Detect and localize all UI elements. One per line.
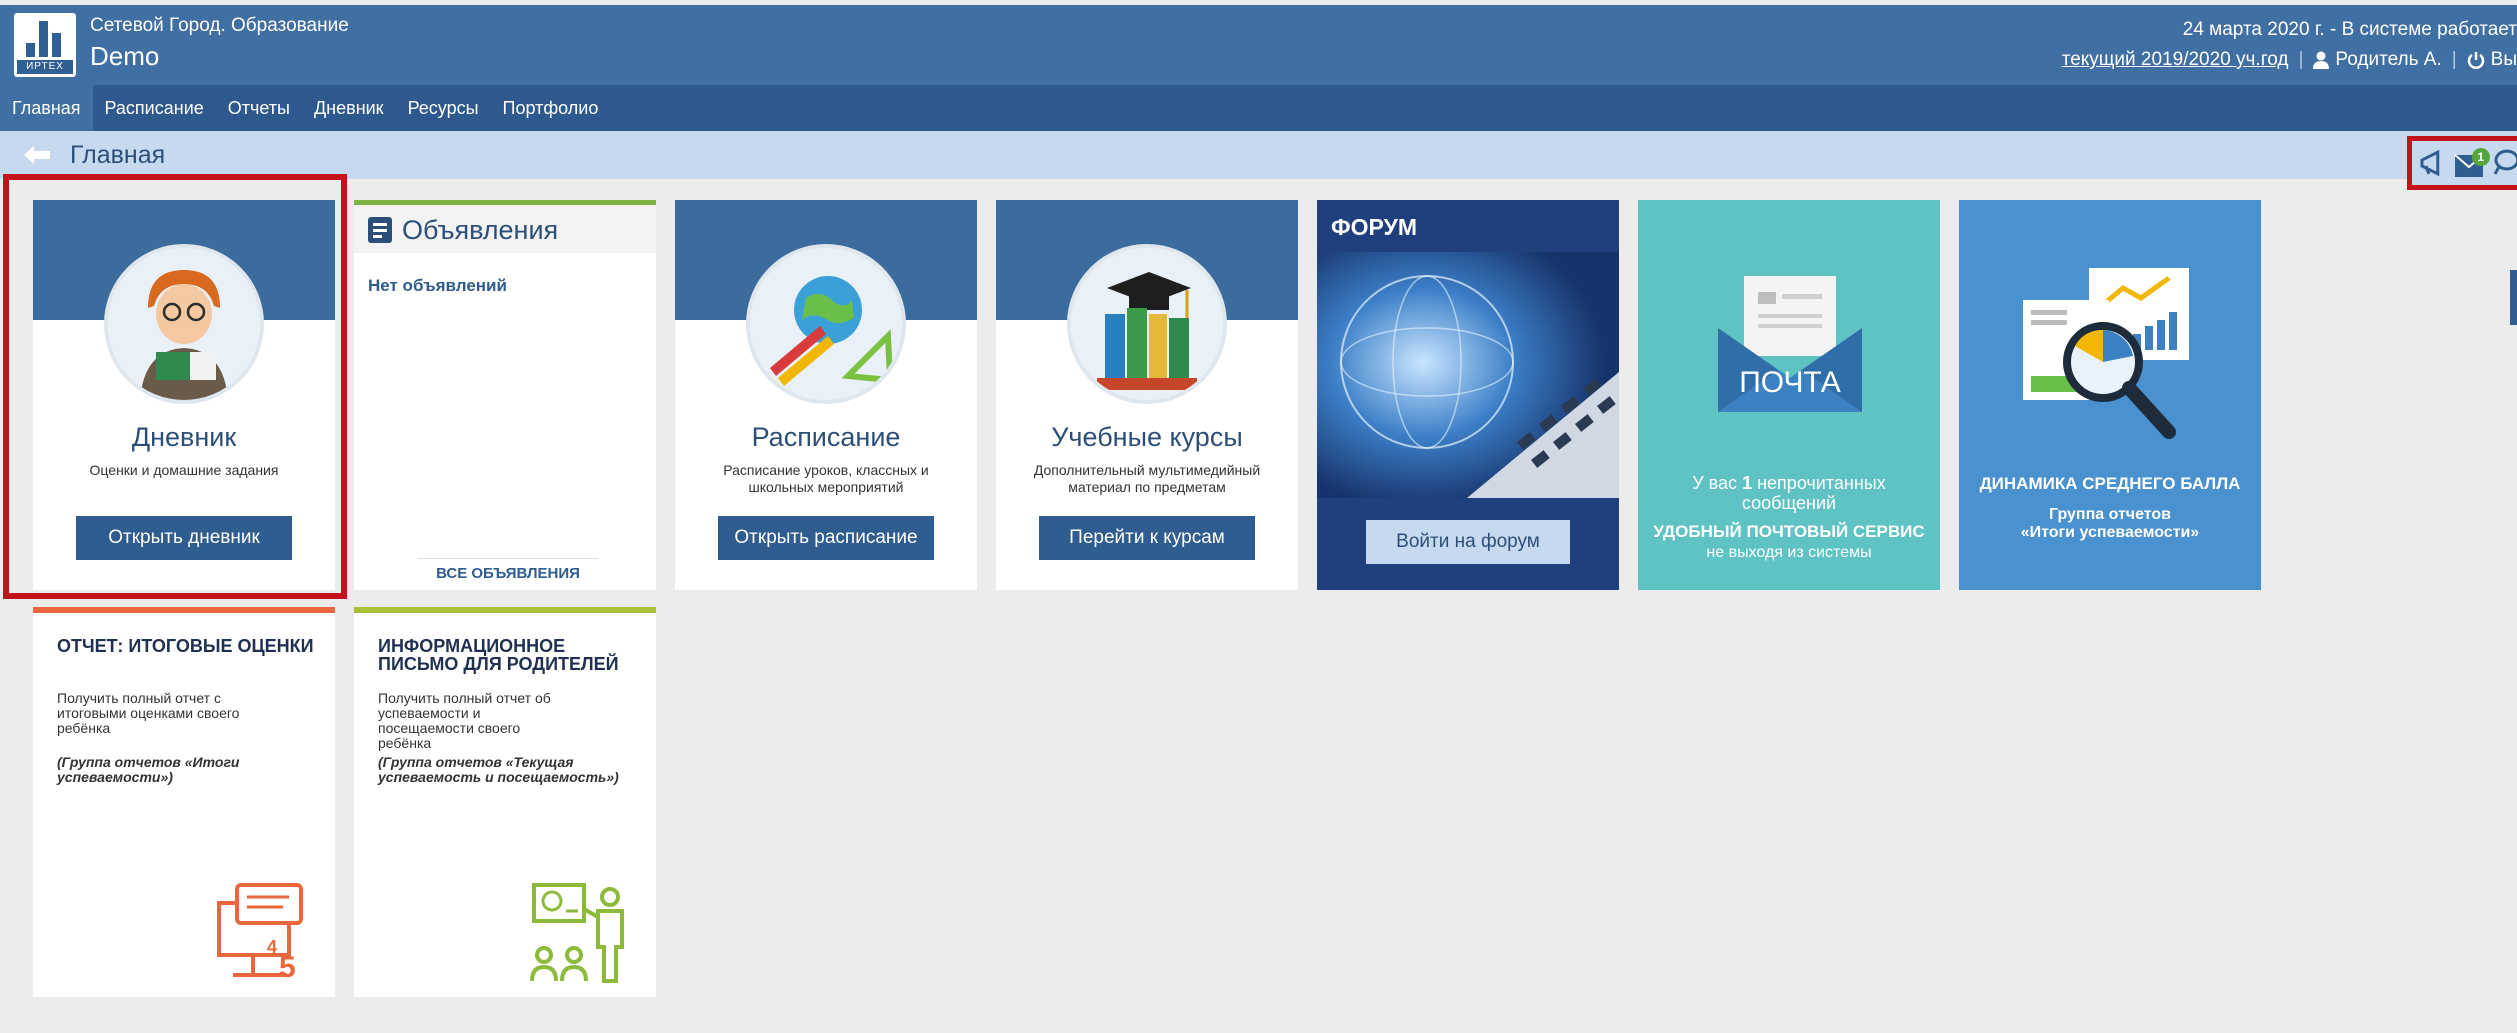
open-schedule-button[interactable]: Открыть расписание (718, 516, 934, 560)
enter-forum-button[interactable]: Войти на форум (1366, 520, 1570, 564)
report-group: (Группа отчетов «Текущая успеваемость и … (378, 754, 619, 785)
megaphone-icon[interactable] (2418, 148, 2448, 178)
dynamics-title: ДИНАМИКА СРЕДНЕГО БАЛЛА (1979, 474, 2241, 493)
chat-icon[interactable] (2493, 148, 2517, 178)
power-icon (2467, 52, 2484, 69)
schedule-title: Расписание (751, 422, 901, 452)
nav-item-schedule[interactable]: Расписание (93, 85, 216, 131)
report-title: ОТЧЕТ: ИТОГОВЫЕ ОЦЕНКИ (57, 636, 314, 656)
mail-badge: 1 (2471, 148, 2490, 166)
unread-count: 1 (1742, 473, 1753, 493)
envelope-label: ПОЧТА (1739, 366, 1841, 399)
system-status: 24 марта 2020 г. - В системе работает (2182, 19, 2517, 40)
courses-title: Учебные курсы (1051, 422, 1243, 452)
unread-messages-text: У вас 1 непрочитанных сообщений (1692, 473, 1886, 513)
announcements-title: Объявления (402, 215, 559, 245)
mail-service-title: УДОБНЫЙ ПОЧТОВЫЙ СЕРВИС (1653, 522, 1925, 541)
nav-item-reports[interactable]: Отчеты (216, 85, 302, 131)
report-parent-letter-tile[interactable]: ИНФОРМАЦИОННОЕ ПИСЬМО ДЛЯ РОДИТЕЛЕЙ Полу… (354, 607, 656, 997)
logo-bars-icon (24, 21, 66, 57)
offscreen-tile-edge (2510, 270, 2517, 325)
user-link[interactable]: Родитель А. (2313, 49, 2442, 71)
analytics-magnifier-icon (2023, 268, 2189, 439)
dynamics-group: Группа отчетов «Итоги успеваемости» (2020, 506, 2200, 541)
nav-item-diary[interactable]: Дневник (302, 85, 396, 131)
schedule-illustration (746, 244, 906, 404)
dynamics-tile[interactable]: ДИНАМИКА СРЕДНЕГО БАЛЛА Группа отчетов «… (1959, 200, 2261, 590)
highlight-frame (3, 174, 347, 599)
mail-tile[interactable]: ПОЧТА У вас 1 непрочитанных сообщений УД… (1638, 200, 1940, 590)
report-description: Получить полный отчет с итоговыми оценка… (57, 690, 240, 736)
forum-laptop-illustration (1317, 252, 1619, 498)
mail-icon[interactable]: 1 (2454, 148, 2490, 178)
all-announcements-link[interactable]: ВСЕ ОБЪЯВЛЕНИЯ (418, 558, 598, 582)
user-name: Родитель А. (2335, 49, 2442, 70)
report-title: ИНФОРМАЦИОННОЕ ПИСЬМО ДЛЯ РОДИТЕЛЕЙ (378, 636, 619, 674)
report-description: Получить полный отчет об успеваемости и … (378, 690, 551, 751)
notification-icons-group: 1 (2407, 136, 2517, 190)
logo-brand: ИРТЕХ (17, 60, 73, 74)
courses-tile: Учебные курсы Дополнительный мультимедий… (996, 200, 1298, 590)
app-header: ИРТЕХ Сетевой Город. Образование Demo 24… (0, 5, 2517, 85)
schedule-description: Расписание уроков, классных и школьных м… (723, 462, 929, 495)
go-to-courses-button[interactable]: Перейти к курсам (1039, 516, 1255, 560)
logout-label: Вы (2490, 49, 2517, 70)
courses-description: Дополнительный мультимедийный материал п… (1033, 462, 1261, 495)
app-subtitle: Demo (90, 41, 160, 71)
presentation-teacher-icon (530, 883, 624, 983)
grades-report-icon: 4 5 (217, 883, 303, 981)
forum-title: ФОРУМ (1331, 214, 1418, 240)
back-arrow-icon[interactable] (22, 143, 52, 167)
school-year-link[interactable]: текущий 2019/2020 уч.год (2062, 49, 2289, 71)
main-nav: Главная Расписание Отчеты Дневник Ресурс… (0, 85, 2517, 131)
page-title: Главная (70, 141, 166, 169)
grade-digit-five: 5 (279, 951, 296, 981)
irtex-logo[interactable]: ИРТЕХ (14, 13, 76, 77)
user-icon (2313, 51, 2330, 69)
logout-link[interactable]: Вы (2467, 49, 2517, 71)
grade-digit-four: 4 (267, 937, 277, 957)
user-bar: текущий 2019/2020 уч.год | Родитель А. |… (2061, 49, 2517, 71)
document-icon (368, 217, 392, 243)
no-announcements-text: Нет объявлений (368, 276, 507, 295)
report-final-grades-tile[interactable]: ОТЧЕТ: ИТОГОВЫЕ ОЦЕНКИ Получить полный о… (33, 607, 335, 997)
nav-item-resources[interactable]: Ресурсы (396, 85, 491, 131)
breadcrumb: Главная (0, 131, 2517, 179)
forum-tile: ФОРУМ Войти на форум (1317, 200, 1619, 590)
mail-service-subtitle: не выходя из системы (1706, 544, 1872, 561)
courses-illustration (1067, 244, 1227, 404)
announcements-tile: Объявления Нет объявлений ВСЕ ОБЪЯВЛЕНИЯ (354, 200, 656, 590)
report-group: (Группа отчетов «Итоги успеваемости») (57, 754, 240, 785)
nav-item-portfolio[interactable]: Портфолио (491, 85, 611, 131)
nav-item-home[interactable]: Главная (0, 85, 93, 131)
schedule-tile: Расписание Расписание уроков, классных и… (675, 200, 977, 590)
app-title: Сетевой Город. Образование (90, 15, 349, 36)
